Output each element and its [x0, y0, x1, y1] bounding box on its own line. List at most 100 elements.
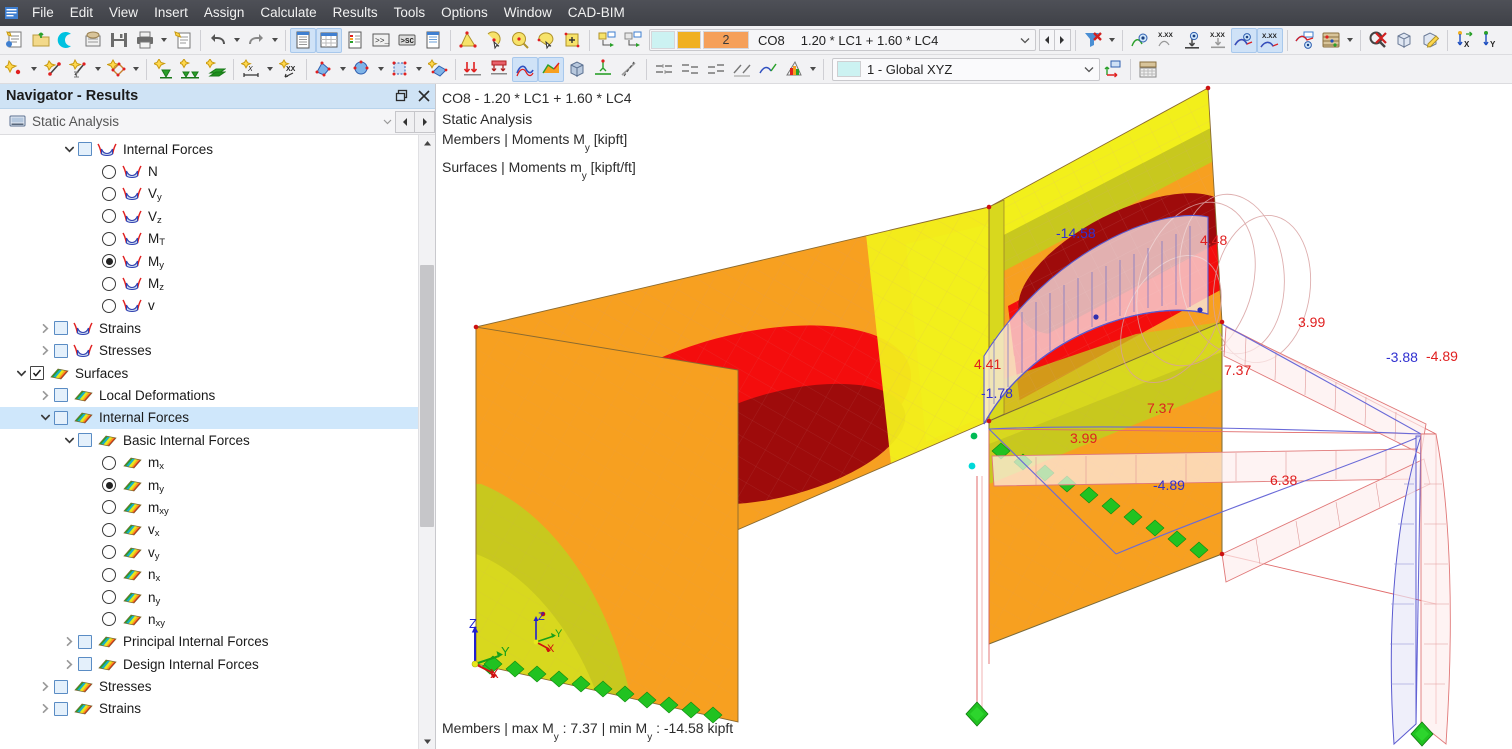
tree-scrollbar[interactable]: [418, 135, 435, 749]
expand-arrow-icon[interactable]: [36, 317, 54, 339]
menu-assign[interactable]: Assign: [196, 2, 253, 25]
analysis-type-selector[interactable]: Static Analysis: [0, 109, 435, 135]
redo-dropdown-caret[interactable]: [269, 28, 281, 53]
undo-dropdown-caret[interactable]: [231, 28, 243, 53]
new-line-support-button[interactable]: [177, 57, 203, 82]
tree-row-internal-forces[interactable]: Internal Forces: [0, 138, 418, 160]
radio-vy[interactable]: [102, 186, 116, 201]
collapse-arrow-icon[interactable]: [60, 138, 78, 160]
radio-my[interactable]: [102, 254, 116, 269]
close-icon[interactable]: [413, 85, 435, 107]
filter-dropdown-caret[interactable]: [1106, 28, 1118, 53]
radio-vy[interactable]: [102, 545, 116, 560]
align-diagonal-button[interactable]: [729, 57, 755, 82]
support-reaction-values-button[interactable]: X.XX: [1205, 28, 1231, 53]
script-button[interactable]: >SC: [394, 28, 420, 53]
tree-row-v-x[interactable]: vx: [0, 519, 418, 541]
show-deformation-button[interactable]: [1127, 28, 1153, 53]
checkbox-internal-forces[interactable]: [54, 410, 68, 425]
menu-window[interactable]: Window: [496, 2, 560, 25]
chevron-down-icon[interactable]: [1015, 30, 1035, 50]
deformation-values-button[interactable]: X.XX: [1153, 28, 1179, 53]
coordinate-system-combobox[interactable]: 1 - Global XYZ: [832, 57, 1100, 81]
model-data-table-button[interactable]: [290, 27, 316, 53]
new-opening-button[interactable]: [349, 57, 375, 82]
radio-mxy[interactable]: [102, 500, 116, 515]
new-model-button[interactable]: [2, 28, 28, 53]
surface-results-button[interactable]: [538, 56, 564, 82]
select-all-button[interactable]: [455, 28, 481, 53]
coordinate-dimension-button[interactable]: XX: [276, 57, 302, 82]
tree-row-strains[interactable]: Strains: [0, 317, 418, 339]
checkbox-internal-forces[interactable]: [78, 142, 92, 157]
radio-ny[interactable]: [102, 590, 116, 604]
new-member-dropdown-caret[interactable]: [92, 57, 104, 82]
view-in-x-button[interactable]: X: [1452, 28, 1478, 53]
checkbox-principal-internal-forces[interactable]: [78, 634, 92, 649]
expand-arrow-icon[interactable]: [36, 384, 54, 406]
expand-arrow-icon[interactable]: [60, 631, 78, 653]
new-nodal-support-button[interactable]: [151, 57, 177, 82]
tree-row-local-deformations[interactable]: Local Deformations: [0, 384, 418, 406]
tree-row-n-x[interactable]: nx: [0, 563, 418, 585]
expand-arrow-icon[interactable]: [36, 698, 54, 720]
expand-arrow-icon[interactable]: [60, 653, 78, 675]
align-top-button[interactable]: [651, 57, 677, 82]
new-solid-dropdown-caret[interactable]: [337, 57, 349, 82]
menu-results[interactable]: Results: [325, 2, 386, 25]
edit-view-button[interactable]: [1417, 28, 1443, 53]
open-model-button[interactable]: [28, 28, 54, 53]
solid-results-button[interactable]: [564, 57, 590, 82]
align-middle-button[interactable]: [677, 57, 703, 82]
tree-row-m-T[interactable]: MT: [0, 228, 418, 250]
surface-contour-button[interactable]: [512, 56, 538, 82]
tree-row-stresses[interactable]: Stresses: [0, 675, 418, 697]
arrow-left-icon[interactable]: [395, 110, 415, 133]
tree-row-m-z[interactable]: Mz: [0, 272, 418, 294]
tree-row-m-y[interactable]: my: [0, 474, 418, 496]
command-console-button[interactable]: >>_: [368, 28, 394, 53]
scroll-up-button[interactable]: [419, 135, 435, 152]
radio-n[interactable]: [102, 164, 116, 179]
chevron-down-icon[interactable]: [1079, 59, 1099, 79]
new-surface-dropdown-caret[interactable]: [130, 57, 142, 82]
collapse-arrow-icon[interactable]: [36, 407, 54, 429]
checkbox-local-deformations[interactable]: [54, 388, 68, 403]
tree-row-v[interactable]: v: [0, 295, 418, 317]
surface-align-button[interactable]: [755, 57, 781, 82]
new-opening-dropdown-caret[interactable]: [375, 57, 387, 82]
tree-row-design-internal-forces[interactable]: Design Internal Forces: [0, 653, 418, 675]
scrollbar-thumb[interactable]: [420, 265, 434, 527]
new-member-load-button[interactable]: [486, 57, 512, 82]
tree-row-principal-internal-forces[interactable]: Principal Internal Forces: [0, 631, 418, 653]
view-in-y-button[interactable]: Y: [1478, 28, 1504, 53]
new-line-button[interactable]: [40, 57, 66, 82]
radio-nxy[interactable]: [102, 612, 116, 627]
checkbox-surfaces[interactable]: [30, 366, 44, 381]
print-dropdown-caret[interactable]: [158, 28, 170, 53]
tree-row-n[interactable]: N: [0, 160, 418, 182]
new-surface-support-button[interactable]: [203, 57, 229, 82]
result-scale-dropdown-caret[interactable]: [1344, 28, 1356, 53]
load-case-next-spinner[interactable]: [1054, 29, 1071, 51]
load-case-combobox[interactable]: 2 CO8 1.20 * LC1 + 1.60 * LC4: [649, 29, 1036, 51]
collapse-arrow-icon[interactable]: [60, 429, 78, 451]
support-reactions-button[interactable]: [1179, 28, 1205, 53]
add-select-button[interactable]: [559, 28, 585, 53]
deselect-all-button[interactable]: [1365, 28, 1391, 53]
undo-button[interactable]: [205, 28, 231, 53]
tree-row-surfaces[interactable]: Surfaces: [0, 362, 418, 384]
menu-options[interactable]: Options: [433, 2, 496, 25]
results-tree[interactable]: Internal Forces N Vy Vz MT My Mz v Strains Stress…: [0, 135, 418, 749]
radio-mz[interactable]: [102, 276, 116, 291]
result-display-settings-button[interactable]: [1292, 28, 1318, 53]
menu-file[interactable]: File: [24, 2, 62, 25]
tree-row-basic-internal-forces[interactable]: Basic Internal Forces: [0, 429, 418, 451]
new-node-button[interactable]: [2, 57, 28, 82]
tree-row-n-xy[interactable]: nxy: [0, 608, 418, 630]
model-viewport[interactable]: Z Y X Z Y X -14.58 4.48 4.41 -1.78 3.99 …: [436, 84, 1512, 749]
tree-row-v-y[interactable]: vy: [0, 541, 418, 563]
load-case-next-button[interactable]: [620, 28, 646, 53]
checkbox-stresses[interactable]: [54, 679, 68, 694]
checkbox-stresses[interactable]: [54, 343, 68, 358]
